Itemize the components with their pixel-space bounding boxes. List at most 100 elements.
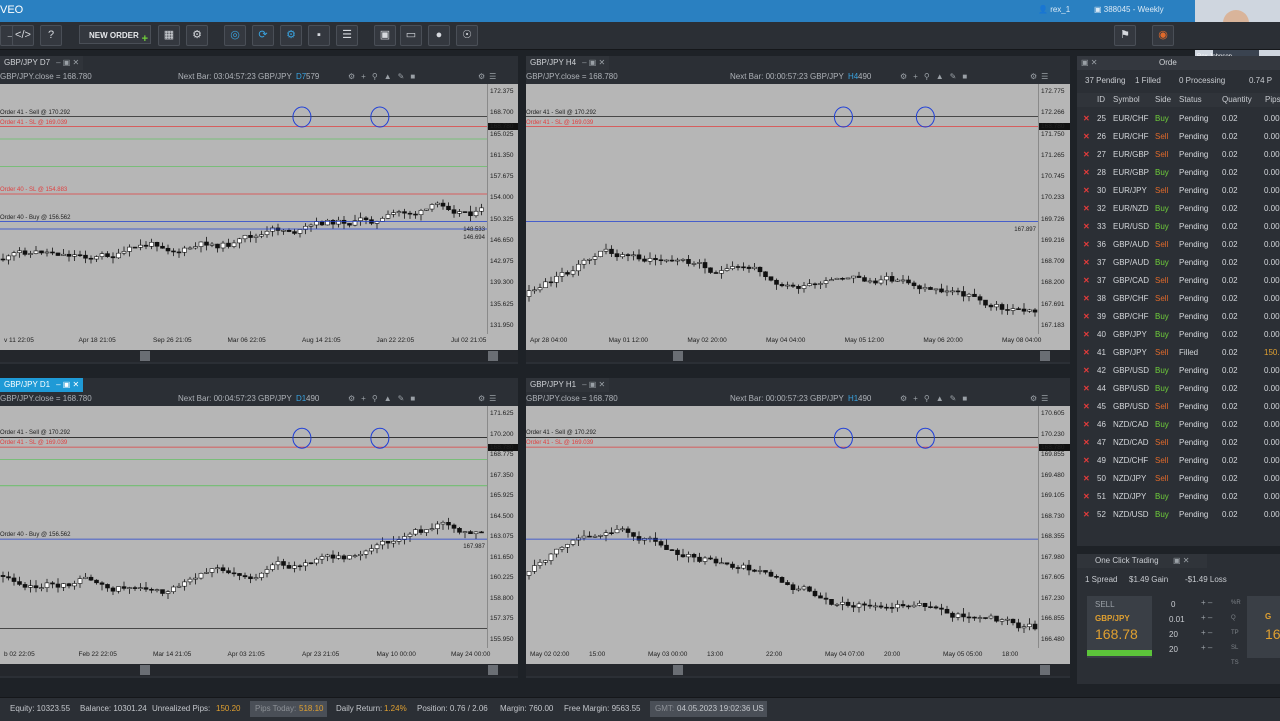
bell-icon[interactable]: ⚑ bbox=[1114, 25, 1136, 46]
cancel-order-icon[interactable]: ✕ bbox=[1083, 200, 1090, 218]
cancel-order-icon[interactable]: ✕ bbox=[1083, 164, 1090, 182]
cancel-order-icon[interactable]: ✕ bbox=[1083, 236, 1090, 254]
plus-minus-icon[interactable]: + – bbox=[1201, 643, 1212, 652]
buy-button[interactable]: G 16 bbox=[1247, 596, 1280, 658]
chart-options-icon[interactable]: ⚙☰ bbox=[478, 70, 500, 84]
time-axis[interactable]: May 02 02:00 15:00 May 03 00:00 13:00 22:00 M… bbox=[526, 648, 1070, 664]
chart-add-icon[interactable]: ▦ bbox=[158, 25, 180, 46]
user-name[interactable]: 👤 rex_1 bbox=[1038, 5, 1070, 14]
cancel-order-icon[interactable]: ✕ bbox=[1083, 488, 1090, 506]
scroll-thumb-left[interactable] bbox=[139, 665, 150, 675]
cancel-order-icon[interactable]: ✕ bbox=[1083, 506, 1090, 524]
cancel-order-icon[interactable]: ✕ bbox=[1083, 182, 1090, 200]
filled-count[interactable]: 1 Filled bbox=[1135, 76, 1161, 85]
chart-tab[interactable]: GBP/JPY D1 – ▣ ✕ bbox=[0, 378, 84, 392]
order-label[interactable]: Order 40 - Buy @ 156.562 bbox=[0, 215, 70, 222]
order-row[interactable]: ✕ 46 NZD/CAD Buy Pending 0.02 0.00 bbox=[1077, 416, 1280, 434]
chart-tools-icon[interactable]: ⚙+⚲▲✎■ bbox=[348, 70, 421, 84]
window-controls-icon[interactable]: – ▣ ✕ bbox=[56, 58, 79, 67]
qty-value-1[interactable]: 0.01 bbox=[1169, 615, 1185, 624]
cancel-order-icon[interactable]: ✕ bbox=[1083, 290, 1090, 308]
broadcast-icon[interactable]: ☉ bbox=[456, 25, 478, 46]
order-row[interactable]: ✕ 37 GBP/CAD Sell Pending 0.02 0.00 bbox=[1077, 272, 1280, 290]
chart-plot[interactable]: Order 41 - Sell @ 170.292 Order 41 - SL @… bbox=[526, 406, 1038, 648]
scroll-thumb-left[interactable] bbox=[139, 351, 150, 361]
order-row[interactable]: ✕ 27 EUR/GBP Sell Pending 0.02 0.00 bbox=[1077, 146, 1280, 164]
order-row[interactable]: ✕ 38 GBP/CHF Sell Pending 0.02 0.00 bbox=[1077, 290, 1280, 308]
col-quantity[interactable]: Quantity bbox=[1222, 95, 1252, 104]
order-row[interactable]: ✕ 32 EUR/NZD Buy Pending 0.02 0.00 bbox=[1077, 200, 1280, 218]
order-label[interactable]: Order 40 - SL @ 154.883 bbox=[0, 187, 67, 194]
order-row[interactable]: ✕ 44 GBP/USD Buy Pending 0.02 0.00 bbox=[1077, 380, 1280, 398]
plus-minus-icon[interactable]: + – bbox=[1201, 598, 1212, 607]
chart-tab[interactable]: GBP/JPY H4 – ▣ ✕ bbox=[526, 56, 610, 70]
refresh-icon[interactable]: ⟳ bbox=[252, 25, 274, 46]
window-controls-icon[interactable]: – ▣ ✕ bbox=[582, 380, 605, 389]
cancel-order-icon[interactable]: ✕ bbox=[1083, 308, 1090, 326]
cancel-order-icon[interactable]: ✕ bbox=[1083, 218, 1090, 236]
order-row[interactable]: ✕ 37 GBP/AUD Buy Pending 0.02 0.00 bbox=[1077, 254, 1280, 272]
orange-widget-icon[interactable]: ◉ bbox=[1152, 25, 1174, 46]
cancel-order-icon[interactable]: ✕ bbox=[1083, 362, 1090, 380]
book-icon[interactable]: ▭ bbox=[400, 25, 422, 46]
order-row[interactable]: ✕ 45 GBP/USD Sell Pending 0.02 0.00 bbox=[1077, 398, 1280, 416]
scroll-thumb-right[interactable] bbox=[488, 351, 498, 361]
orders-window-controls[interactable]: ▣ ✕ bbox=[1081, 58, 1097, 67]
order-label[interactable]: Order 41 - SL @ 169.039 bbox=[0, 440, 67, 447]
new-order-button[interactable]: NEW ORDER + bbox=[79, 25, 151, 45]
order-label[interactable]: Order 41 - SL @ 169.039 bbox=[526, 120, 593, 127]
chart-tools-icon[interactable]: ⚙+⚲▲✎■ bbox=[900, 392, 973, 406]
chart-options-icon[interactable]: ⚙☰ bbox=[1030, 392, 1052, 406]
order-row[interactable]: ✕ 36 GBP/AUD Sell Pending 0.02 0.00 bbox=[1077, 236, 1280, 254]
chart-tab[interactable]: GBP/JPY H1 – ▣ ✕ bbox=[526, 378, 610, 392]
order-row[interactable]: ✕ 47 NZD/CAD Sell Pending 0.02 0.00 bbox=[1077, 434, 1280, 452]
window-controls-icon[interactable]: – ▣ ✕ bbox=[56, 380, 79, 389]
order-row[interactable]: ✕ 28 EUR/GBP Buy Pending 0.02 0.00 bbox=[1077, 164, 1280, 182]
chart-plot[interactable]: Order 41 - Sell @ 170.292 Order 41 - SL @… bbox=[526, 84, 1038, 334]
list-icon[interactable]: ☰ bbox=[336, 25, 358, 46]
cancel-order-icon[interactable]: ✕ bbox=[1083, 344, 1090, 362]
oct-tab[interactable]: One Click Trading ▣ ✕ bbox=[1077, 554, 1207, 568]
help-icon[interactable]: ? bbox=[40, 25, 62, 46]
chart-plot[interactable]: Order 41 - Sell @ 170.292 Order 41 - SL @… bbox=[0, 406, 487, 648]
price-axis[interactable]: 171.625 170.200 168.775 167.350 165.925 164.5… bbox=[487, 406, 518, 648]
order-row[interactable]: ✕ 26 EUR/CHF Sell Pending 0.02 0.00 bbox=[1077, 128, 1280, 146]
order-label[interactable]: Order 41 - SL @ 169.039 bbox=[526, 440, 593, 447]
chart-scrollbar[interactable] bbox=[0, 664, 518, 676]
scroll-thumb-right[interactable] bbox=[1040, 665, 1050, 675]
order-row[interactable]: ✕ 51 NZD/JPY Buy Pending 0.02 0.00 bbox=[1077, 488, 1280, 506]
sell-button[interactable]: SELL GBP/JPY 168.78 bbox=[1087, 596, 1152, 658]
oct-controls[interactable]: ▣ ✕ bbox=[1173, 556, 1189, 565]
scroll-thumb-right[interactable] bbox=[488, 665, 498, 675]
qty-value-3[interactable]: 20 bbox=[1169, 645, 1178, 654]
order-label[interactable]: Order 40 - Buy @ 156.562 bbox=[0, 532, 70, 539]
cancel-order-icon[interactable]: ✕ bbox=[1083, 326, 1090, 344]
orders-tab[interactable]: Orde bbox=[1159, 58, 1177, 67]
order-row[interactable]: ✕ 39 GBP/CHF Buy Pending 0.02 0.00 bbox=[1077, 308, 1280, 326]
chart-options-icon[interactable]: ⚙☰ bbox=[1030, 70, 1052, 84]
scroll-thumb-left[interactable] bbox=[672, 351, 683, 361]
calendar-icon[interactable]: ▣ bbox=[374, 25, 396, 46]
chart-scrollbar[interactable] bbox=[526, 350, 1070, 362]
cancel-order-icon[interactable]: ✕ bbox=[1083, 434, 1090, 452]
col-id[interactable]: ID bbox=[1097, 95, 1105, 104]
order-row[interactable]: ✕ 41 GBP/JPY Sell Filled 0.02 150.2 bbox=[1077, 344, 1280, 362]
cancel-order-icon[interactable]: ✕ bbox=[1083, 470, 1090, 488]
settings-icon[interactable]: ⚙ bbox=[280, 25, 302, 46]
comment-icon[interactable]: ● bbox=[428, 25, 450, 46]
time-axis[interactable]: Apr 28 04:00 May 01 12:00 May 02 20:00 May … bbox=[526, 334, 1070, 350]
cancel-order-icon[interactable]: ✕ bbox=[1083, 416, 1090, 434]
chart-plot[interactable]: Order 41 - Sell @ 170.292 Order 41 - SL @… bbox=[0, 84, 487, 334]
chart-options-icon[interactable]: ⚙☰ bbox=[478, 392, 500, 406]
scroll-thumb-right[interactable] bbox=[1040, 351, 1050, 361]
chart-scrollbar[interactable] bbox=[0, 350, 518, 362]
processing-count[interactable]: 0 Processing bbox=[1179, 76, 1225, 85]
cancel-order-icon[interactable]: ✕ bbox=[1083, 110, 1090, 128]
order-row[interactable]: ✕ 49 NZD/CHF Sell Pending 0.02 0.00 bbox=[1077, 452, 1280, 470]
cancel-order-icon[interactable]: ✕ bbox=[1083, 398, 1090, 416]
chart-scrollbar[interactable] bbox=[526, 664, 1070, 676]
order-row[interactable]: ✕ 33 EUR/USD Buy Pending 0.02 0.00 bbox=[1077, 218, 1280, 236]
chart-tab[interactable]: GBP/JPY D7 – ▣ ✕ bbox=[0, 56, 84, 70]
chart-tools-icon[interactable]: ⚙+⚲▲✎■ bbox=[348, 392, 421, 406]
time-axis[interactable]: v 11 22:05 Apr 18 21:05 Sep 26 21:05 Mar 06… bbox=[0, 334, 518, 350]
